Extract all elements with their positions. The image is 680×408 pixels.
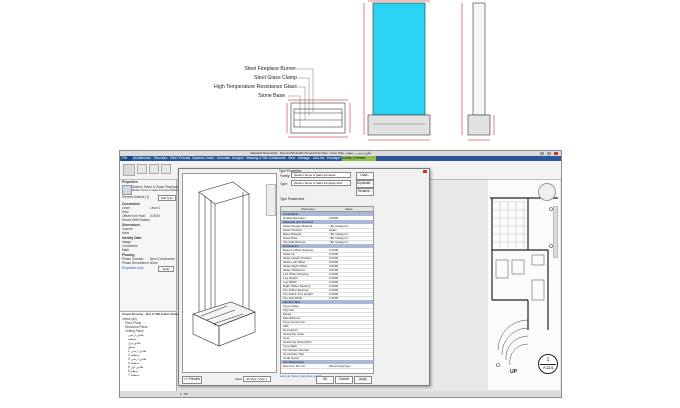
type-properties-dialog: Type Properties Family: Modern Stone & G… [178,168,430,386]
prop-value[interactable]: None [150,261,158,265]
parameter-row[interactable]: Export to IFC As IfcFurnitureType [281,364,373,369]
modify-tool-icon[interactable] [123,164,135,176]
close-icon[interactable] [554,152,558,155]
navigation-bar[interactable] [553,206,558,258]
table-body: Constraints Default Elevation 0.0000 Materi… [281,212,373,372]
paste-icon[interactable] [137,164,147,174]
browser-item[interactable]: منطقة 7 [128,373,139,377]
view-select[interactable]: 3D View: View 1 [243,376,271,382]
prop-row: Mark [122,248,130,252]
callout-glass: High Temperature Resistance Glass [214,84,297,90]
rename-button[interactable]: Rename... [356,188,374,196]
status-bar: 1 : 50 [120,391,561,397]
elevation-drawings [286,0,495,141]
view-tag-sheet: A114 [542,365,554,370]
view-tag-number: 1 [546,357,550,363]
duplicate-button[interactable]: Duplicate... [356,180,374,188]
instance-filter[interactable]: Generic Models (1) [122,195,149,199]
properties-palette: Properties Modern Stone & Glass Fireplac… [120,180,193,310]
view-tag[interactable]: 1 A114 [538,354,558,374]
stair-up-label: UP [510,369,517,375]
type-label: Type: [280,182,288,186]
join-icon[interactable] [161,164,171,174]
apply-button[interactable]: Apply [354,376,372,384]
preview-nav-bar[interactable] [266,184,276,216]
revit-window: Standard Revit 2024 - Ras Al 456 Arabic … [119,150,562,398]
callout-glass-clamp: Steel Glass Clamp [254,75,297,81]
prop-value[interactable]: Level 1 [150,206,160,210]
family-select[interactable]: Modern Stone & Glass Fireplace [291,172,351,178]
view-label: View: [235,377,243,381]
minimize-icon[interactable] [540,152,544,155]
cancel-button[interactable]: Cancel [335,376,353,384]
fireplace-3d-preview [192,181,256,347]
dialog-close-icon[interactable] [423,170,427,173]
properties-header: Properties [122,180,138,184]
top-drawing-sheet: Steel Fireplace Burner Steel Glass Clamp… [0,0,680,148]
parameter-value[interactable]: IfcFurnitureType [329,364,351,368]
callout-burner: Steel Fireplace Burner [244,66,296,72]
prop-row: Area [122,231,129,235]
type-select[interactable]: Modern Stone & Glass Fireplace Mod [291,180,351,186]
col-parameter: Parameter [301,207,316,211]
preview-toggle-button[interactable]: << Preview [182,376,202,384]
load-button[interactable]: Load... [356,172,374,180]
prop-value[interactable]: 0.0000 [150,214,160,218]
edit-type-button[interactable]: Edit Type [158,195,176,201]
family-thumbnail-icon [122,185,132,195]
prop-row: Moves With Nearby [122,218,150,222]
type-parameters-label: Type Parameters [280,197,305,201]
properties-help-link[interactable]: Properties help [122,266,143,270]
view-scale[interactable]: 1 : 50 [180,391,188,397]
parameter-name: Export to IFC As [283,364,305,368]
family-label: Family: [280,174,291,178]
cut-icon[interactable] [149,164,159,174]
callout-stone-base: Stone Base [258,93,285,99]
ok-button[interactable]: OK [316,376,334,384]
floor-plan-canvas[interactable]: UP 1 A114 [488,180,560,390]
apply-button[interactable]: Apply [158,266,174,272]
prop-row: Phase Demolished [122,261,149,265]
col-value: Value [345,207,353,211]
type-parameters-table: Parameter Value Constraints Default Eleva… [280,206,374,374]
type-preview-pane[interactable] [182,173,277,373]
maximize-icon[interactable] [547,152,551,155]
viewcube-icon[interactable] [538,183,556,201]
project-browser: Project Browser - Ras Al 456 Arabic Ahma… [120,311,193,392]
